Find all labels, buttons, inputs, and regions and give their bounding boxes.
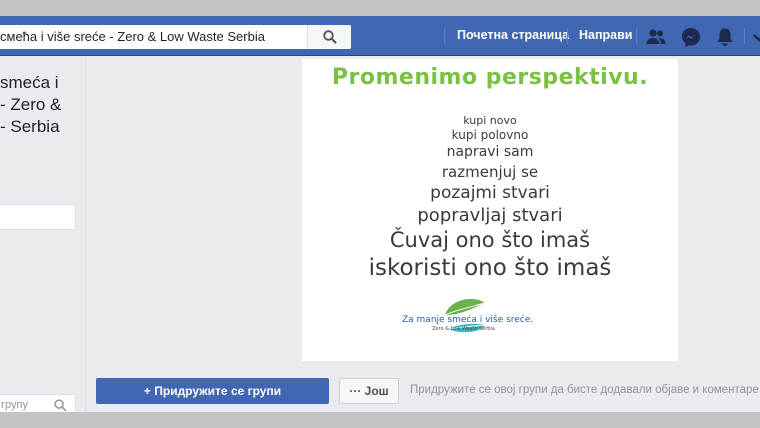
nav-separator (567, 28, 568, 44)
group-name-line: - Zero & (0, 95, 62, 114)
search-button[interactable] (307, 25, 351, 49)
join-group-button[interactable]: + Придружите се групи (96, 378, 329, 404)
group-search-input[interactable]: групу (1, 399, 28, 411)
cover-line: napravi sam (446, 144, 534, 160)
friends-icon[interactable] (645, 26, 667, 48)
group-name: smeća i - Zero & - Serbia (0, 72, 80, 138)
sidebar-divider (85, 56, 86, 412)
logo-subtext: Zero & Low Waste Serbia (432, 326, 495, 332)
more-button[interactable]: ··· Још (339, 378, 399, 404)
cover-title: Promenimo perspektivu. (331, 65, 649, 90)
cover-line: iskoristi ono što imaš (368, 255, 612, 281)
search-icon (323, 30, 337, 44)
cover-photo[interactable]: Promenimo perspektivu. kupi novo kupi po… (302, 59, 678, 361)
sidebar-panel (0, 204, 76, 230)
logo-text: Za manje smeća i više sreće. (402, 315, 534, 325)
group-name-line: smeća i (0, 73, 59, 92)
screen-frame-top (0, 0, 760, 16)
nav-separator (444, 28, 445, 44)
cover-line: pozajmi stvari (430, 183, 550, 203)
nav-home-link[interactable]: Почетна страница (457, 28, 569, 42)
cover-line: kupi novo (463, 114, 517, 127)
cover-line: razmenjuj se (441, 163, 539, 181)
notifications-icon[interactable] (714, 26, 736, 48)
cover-line: popravljaj stvari (417, 205, 563, 226)
search-input[interactable]: смећа i više sreće - Zero & Low Waste Se… (0, 29, 265, 44)
facebook-top-bar: смећа i više sreće - Zero & Low Waste Se… (0, 16, 760, 56)
group-page: smeća i - Zero & - Serbia групу Promenim… (0, 56, 760, 416)
account-menu-icon[interactable] (752, 26, 760, 48)
group-name-line: - Serbia (0, 117, 60, 136)
messenger-icon[interactable] (680, 26, 702, 48)
cover-line: kupi polovno (451, 128, 529, 142)
cover-line: Čuvaj ono što imaš (389, 228, 591, 252)
nav-create-link[interactable]: Направи (579, 28, 633, 42)
screen-frame-bottom (0, 412, 760, 428)
nav-separator (636, 28, 637, 44)
nav-separator (744, 28, 745, 44)
search-bar[interactable]: смећа i više sreće - Zero & Low Waste Se… (0, 25, 351, 49)
join-hint-text: Придружите се овој групи да бисте додава… (410, 384, 760, 396)
search-icon[interactable] (54, 399, 67, 412)
